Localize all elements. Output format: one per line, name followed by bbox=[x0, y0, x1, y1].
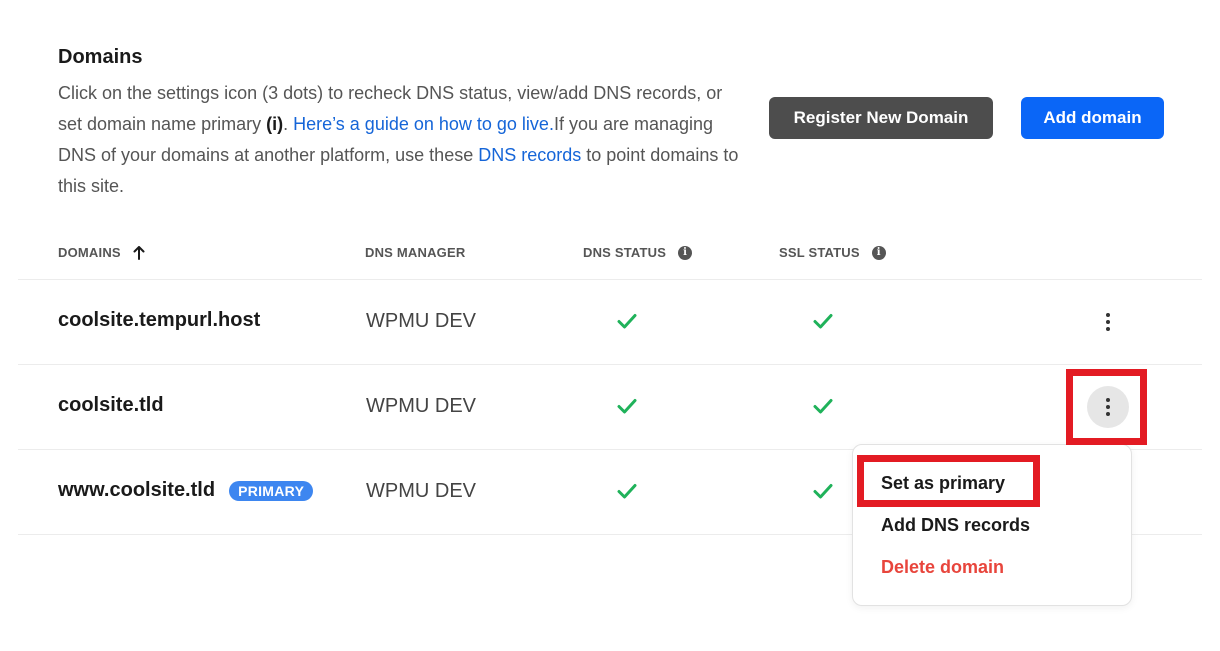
dns-status-info-icon[interactable]: i bbox=[678, 245, 693, 260]
add-domain-button[interactable]: Add domain bbox=[1021, 97, 1164, 139]
description-info-marker: (i) bbox=[266, 114, 284, 134]
table-header: DOMAINS DNS MANAGER DNS STATUS i SSL STA… bbox=[18, 230, 1202, 280]
ssl-status-check-icon bbox=[813, 314, 833, 329]
column-header-dns-status-label: DNS STATUS bbox=[583, 245, 667, 260]
column-header-domains[interactable]: DOMAINS bbox=[58, 245, 145, 260]
menu-item-add-dns-records[interactable]: Add DNS records bbox=[881, 515, 1030, 536]
column-header-dns-manager-label: DNS MANAGER bbox=[365, 245, 466, 260]
primary-badge: PRIMARY bbox=[229, 480, 314, 501]
kebab-menu-icon bbox=[1106, 313, 1110, 331]
domain-name: www.coolsite.tld bbox=[58, 479, 216, 501]
column-header-domains-label: DOMAINS bbox=[58, 245, 121, 260]
dns-records-link[interactable]: DNS records bbox=[478, 145, 581, 165]
domain-name: coolsite.tempurl.host bbox=[58, 309, 261, 331]
page-description: Click on the settings icon (3 dots) to r… bbox=[58, 78, 748, 202]
domain-name-cell: coolsite.tempurl.host bbox=[58, 309, 260, 332]
kebab-highlight-annotation bbox=[1066, 369, 1147, 445]
table-row: coolsite.tempurl.host WPMU DEV bbox=[18, 280, 1202, 365]
menu-item-delete-domain[interactable]: Delete domain bbox=[881, 557, 1004, 578]
dns-manager-cell: WPMU DEV bbox=[366, 395, 476, 417]
dns-status-check-icon bbox=[617, 484, 637, 499]
set-primary-highlight-annotation bbox=[857, 455, 1040, 507]
dns-status-check-icon bbox=[617, 314, 637, 329]
ssl-status-check-icon bbox=[813, 484, 833, 499]
table-row: coolsite.tld WPMU DEV bbox=[18, 365, 1202, 450]
page-title: Domains bbox=[58, 46, 143, 68]
ssl-status-info-icon[interactable]: i bbox=[871, 245, 886, 260]
domain-name-cell: www.coolsite.tld PRIMARY bbox=[58, 479, 314, 502]
dns-status-check-icon bbox=[617, 399, 637, 414]
domain-name-cell: coolsite.tld bbox=[58, 394, 164, 417]
row-settings-button[interactable] bbox=[1087, 301, 1129, 343]
column-header-dns-status: DNS STATUS i bbox=[583, 245, 693, 260]
description-text-2: . bbox=[283, 114, 294, 134]
column-header-ssl-status-label: SSL STATUS bbox=[779, 245, 860, 260]
register-new-domain-button[interactable]: Register New Domain bbox=[769, 97, 993, 139]
domains-header: Domains Click on the settings icon (3 do… bbox=[58, 44, 748, 202]
column-header-dns-manager: DNS MANAGER bbox=[365, 245, 465, 260]
dns-manager-cell: WPMU DEV bbox=[366, 480, 476, 502]
ssl-status-check-icon bbox=[813, 399, 833, 414]
go-live-guide-link[interactable]: Here’s a guide on how to go live. bbox=[293, 114, 554, 134]
column-header-ssl-status: SSL STATUS i bbox=[779, 245, 886, 260]
domain-name: coolsite.tld bbox=[58, 394, 164, 416]
arrow-up-icon[interactable] bbox=[133, 245, 145, 260]
dns-manager-cell: WPMU DEV bbox=[366, 310, 476, 332]
